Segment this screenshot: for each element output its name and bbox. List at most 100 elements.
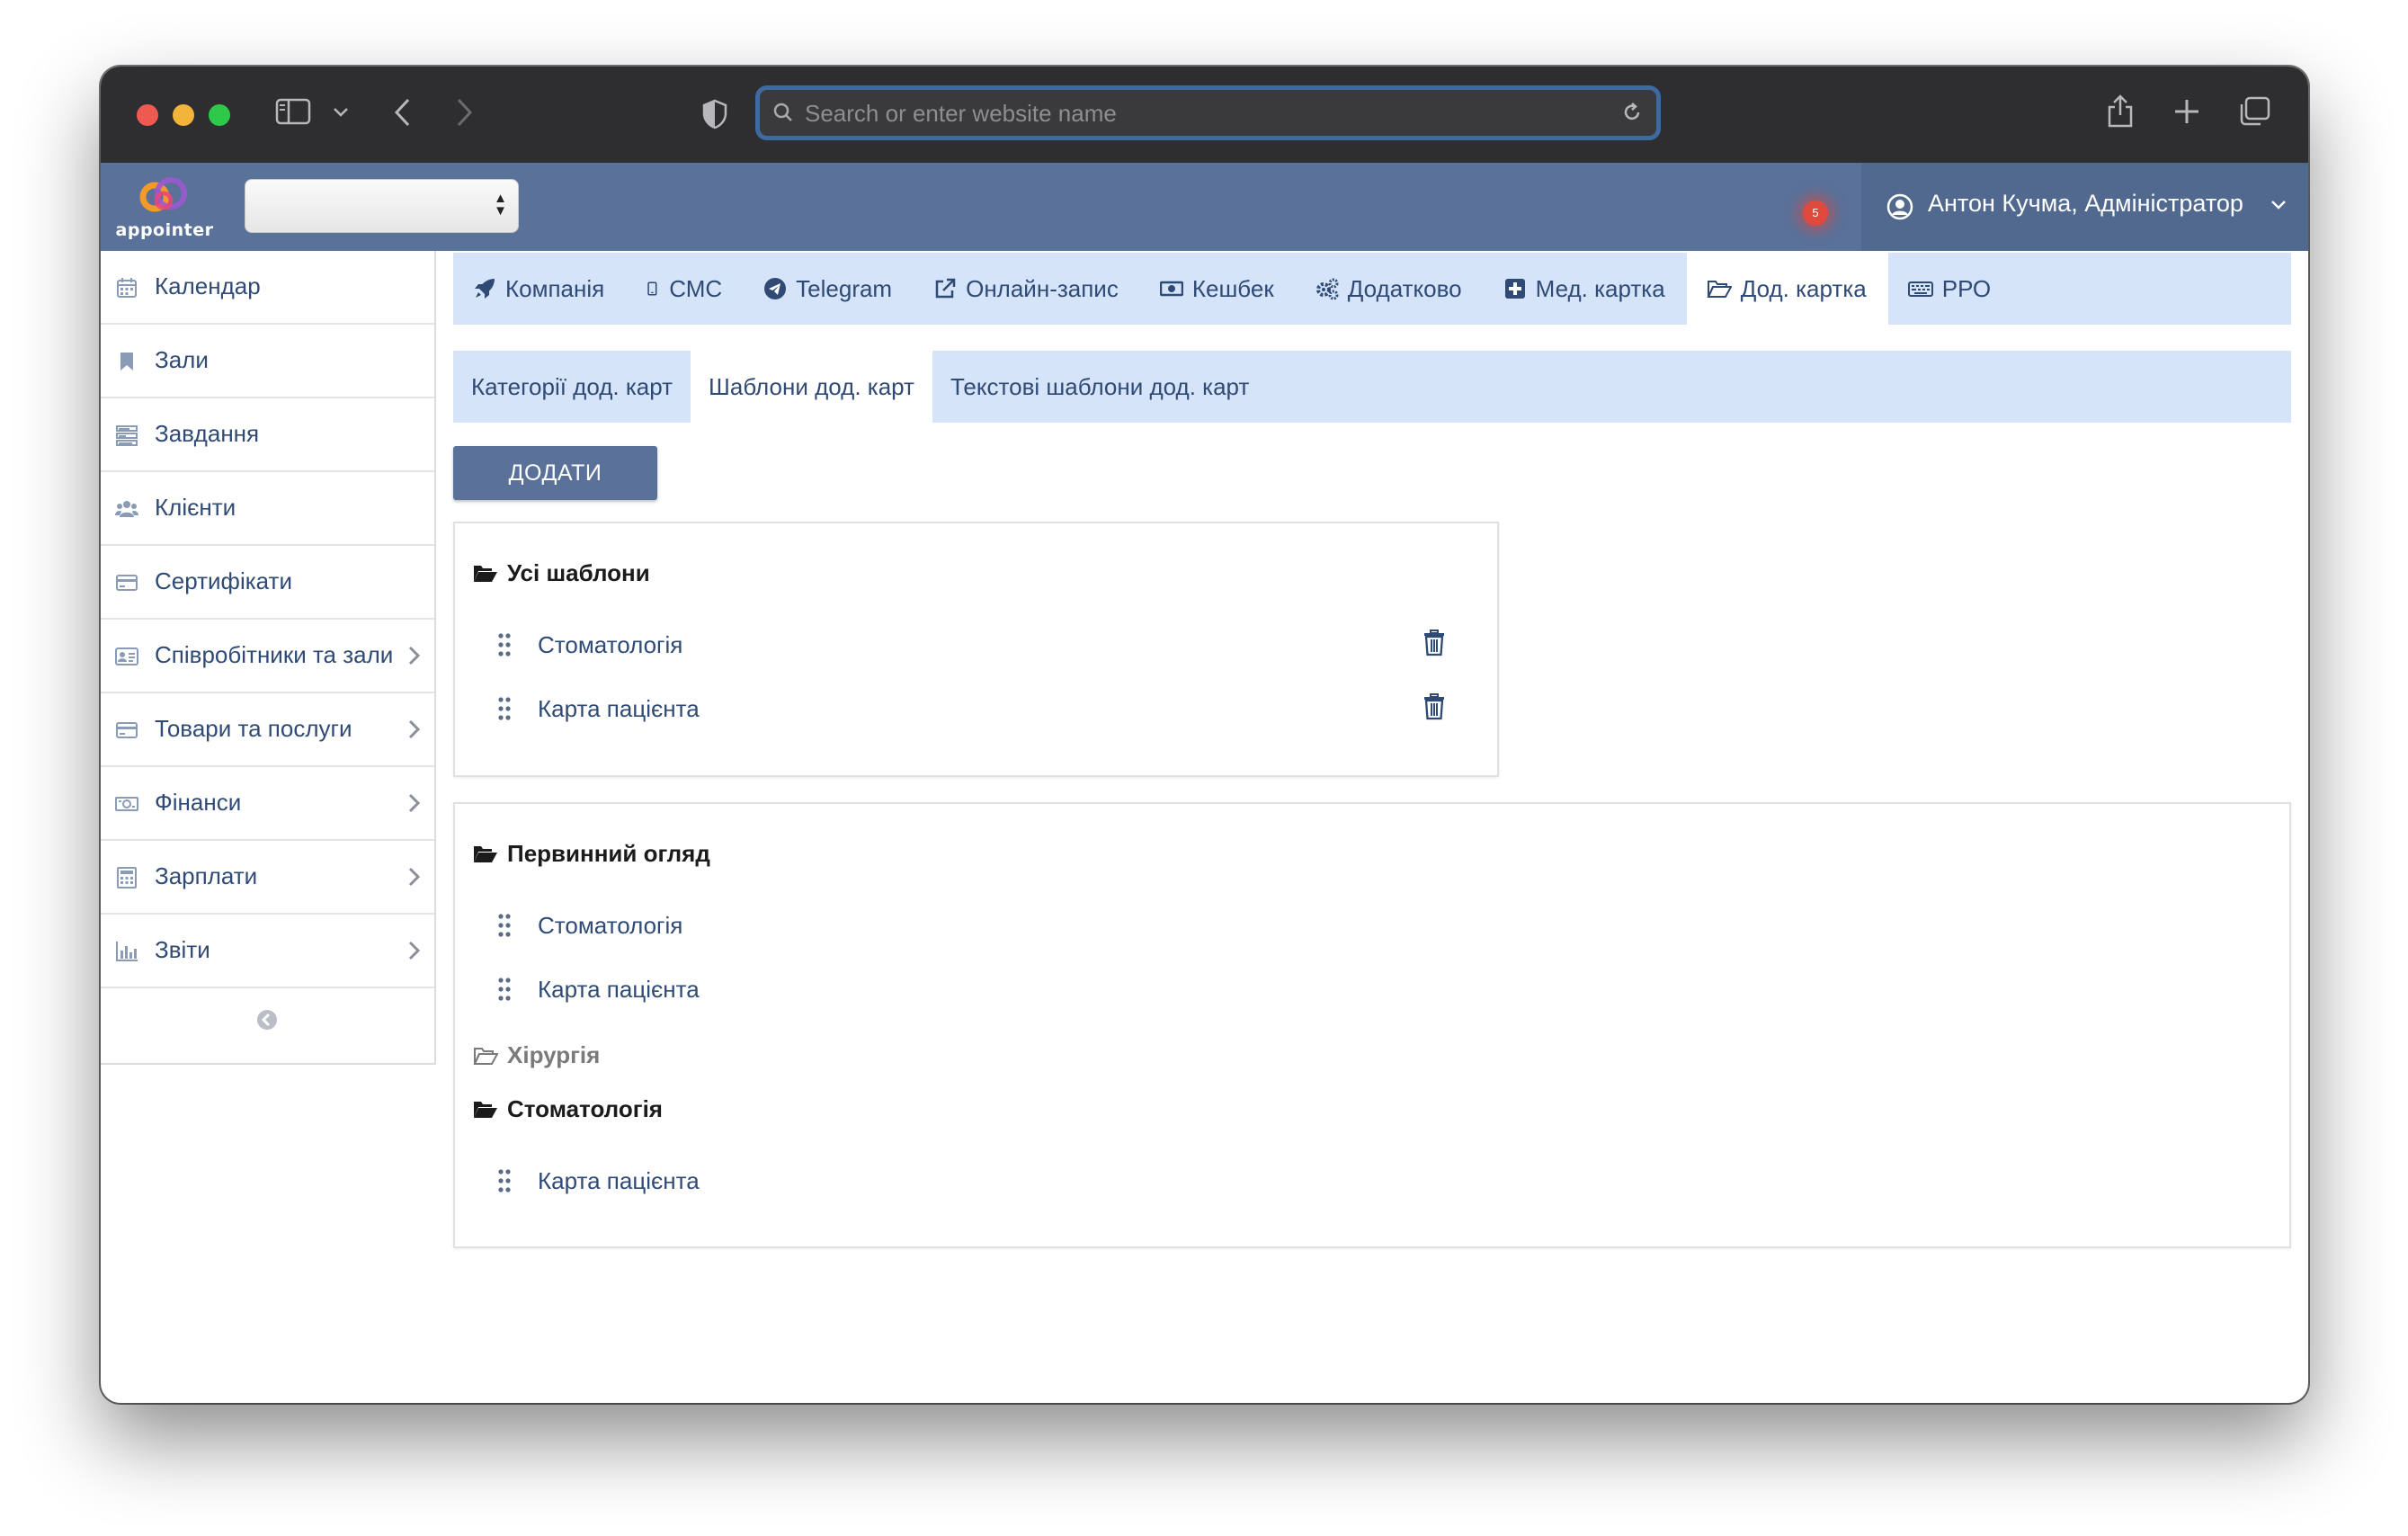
minimize-window-button[interactable]: [173, 104, 194, 126]
tab-sms[interactable]: СМС: [626, 253, 744, 325]
tab-telegram[interactable]: Telegram: [744, 253, 914, 325]
settings-tabs: Компанія СМС Telegram Онлайн-запис Кешбе…: [453, 253, 2291, 325]
drag-handle-icon[interactable]: [498, 632, 511, 657]
back-icon[interactable]: [392, 97, 414, 128]
tab-rro[interactable]: РРО: [1888, 253, 2012, 325]
credit-card-icon: [116, 575, 138, 591]
subtab-card-categories[interactable]: Категорії дод. карт: [453, 351, 691, 423]
template-item[interactable]: Карта пацієнта: [498, 971, 700, 1007]
telegram-icon: [764, 278, 787, 299]
template-item[interactable]: Карта пацієнта: [498, 1163, 700, 1199]
tab-label: СМС: [669, 274, 723, 302]
chevron-right-icon: [408, 793, 421, 813]
shield-icon[interactable]: [701, 99, 728, 129]
template-item[interactable]: Карта пацієнта: [498, 691, 700, 727]
tab-additional[interactable]: Додатково: [1296, 253, 1484, 325]
sidebar-item-label: Співробітники та зали: [155, 641, 394, 668]
user-menu[interactable]: Антон Кучма, Адміністратор: [1861, 163, 2308, 251]
mobile-icon: [647, 281, 657, 296]
chevron-down-icon: [2271, 201, 2286, 210]
chevron-down-icon[interactable]: [333, 106, 349, 119]
notification-badge[interactable]: 5: [1803, 201, 1828, 226]
sidebar-item-products[interactable]: Товари та послуги: [101, 693, 434, 767]
new-tab-icon[interactable]: [2172, 97, 2201, 126]
drag-handle-icon[interactable]: [498, 696, 511, 721]
tab-overview-icon[interactable]: [2237, 95, 2271, 128]
trash-icon[interactable]: [1423, 693, 1446, 720]
money-icon: [115, 797, 138, 811]
keyboard-icon: [1907, 281, 1933, 297]
template-item[interactable]: Стоматологія: [498, 627, 682, 663]
sidebar-item-label: Сертифікати: [155, 567, 292, 594]
app-logo[interactable]: appointer: [115, 170, 214, 242]
tab-label: Мед. картка: [1535, 274, 1665, 302]
sidebar: Календар Зали Завдання Клієнти Сертифіка…: [101, 251, 436, 1065]
chevron-right-icon: [408, 719, 421, 739]
sidebar-item-reports[interactable]: Звіти: [101, 915, 434, 988]
reload-icon[interactable]: [1620, 101, 1644, 124]
close-window-button[interactable]: [137, 104, 158, 126]
sidebar-item-label: Товари та послуги: [155, 715, 352, 742]
sidebar-item-label: Календар: [155, 272, 261, 299]
forward-icon[interactable]: [453, 97, 475, 128]
tab-online-booking[interactable]: Онлайн-запис: [914, 253, 1140, 325]
trash-icon[interactable]: [1423, 630, 1446, 656]
user-name: Антон Кучма, Адміністратор: [1928, 190, 2243, 217]
subtab-text-templates[interactable]: Текстові шаблони дод. карт: [932, 351, 1267, 423]
folder-open-icon: [474, 845, 497, 862]
sidebar-toggle-icon[interactable]: [275, 97, 311, 126]
tab-label: Додатково: [1347, 274, 1462, 302]
drag-handle-icon[interactable]: [498, 977, 511, 1002]
template-name: Стоматологія: [538, 911, 683, 939]
sidebar-item-label: Зали: [155, 346, 209, 373]
folder-title[interactable]: Усі шаблони: [473, 559, 650, 587]
tab-cashback[interactable]: Кешбек: [1140, 253, 1296, 325]
credit-card-icon: [116, 722, 138, 738]
tab-additional-card[interactable]: Дод. картка: [1686, 253, 1888, 325]
sidebar-item-tasks[interactable]: Завдання: [101, 398, 434, 472]
sidebar-item-halls[interactable]: Зали: [101, 325, 434, 398]
category-folder[interactable]: Хірургія: [473, 1041, 600, 1069]
sidebar-item-staff[interactable]: Співробітники та зали: [101, 620, 434, 693]
template-name: Карта пацієнта: [538, 975, 700, 1003]
address-bar[interactable]: [755, 85, 1661, 140]
sidebar-item-label: Завдання: [155, 420, 260, 447]
tab-label: Кешбек: [1191, 274, 1274, 302]
sidebar-item-label: Фінанси: [155, 789, 242, 816]
location-select[interactable]: ▲ ▼: [245, 179, 519, 233]
tab-company[interactable]: Компанія: [453, 253, 626, 325]
select-arrows-icon: ▲ ▼: [494, 191, 507, 219]
address-input[interactable]: [803, 90, 1598, 138]
add-button[interactable]: ДОДАТИ: [453, 446, 657, 500]
tab-med-card[interactable]: Мед. картка: [1484, 253, 1687, 325]
category-folder[interactable]: Первинний огляд: [473, 840, 710, 868]
drag-handle-icon[interactable]: [498, 1168, 511, 1193]
sidebar-item-clients[interactable]: Клієнти: [101, 472, 434, 546]
collapse-sidebar-icon[interactable]: [256, 1009, 278, 1031]
folder-title-text: Усі шаблони: [507, 559, 650, 586]
tasks-icon: [116, 425, 138, 446]
all-templates-panel: Усі шаблони Стоматологія Карта пацієнта: [453, 522, 1499, 777]
subtab-card-templates[interactable]: Шаблони дод. карт: [691, 351, 932, 423]
template-item[interactable]: Стоматологія: [498, 907, 682, 943]
logo-icon: [139, 177, 187, 212]
logo-text: appointer: [115, 220, 214, 240]
category-folder[interactable]: Стоматологія: [473, 1095, 663, 1123]
tab-label: Telegram: [796, 274, 893, 302]
share-icon[interactable]: [2106, 92, 2135, 129]
sidebar-item-salaries[interactable]: Зарплати: [101, 841, 434, 915]
drag-handle-icon[interactable]: [498, 913, 511, 938]
tab-label: Компанія: [505, 274, 605, 302]
sidebar-item-finance[interactable]: Фінанси: [101, 767, 434, 841]
sidebar-item-calendar[interactable]: Календар: [101, 251, 434, 325]
sidebar-item-label: Зарплати: [155, 862, 258, 889]
zoom-window-button[interactable]: [209, 104, 230, 126]
template-name: Карта пацієнта: [538, 1166, 700, 1194]
template-name: Стоматологія: [538, 630, 683, 658]
sidebar-item-label: Звіти: [155, 936, 210, 963]
browser-toolbar: [101, 67, 2308, 164]
folder-title-text: Первинний огляд: [507, 840, 710, 867]
chevron-right-icon: [408, 867, 421, 887]
sidebar-item-label: Клієнти: [155, 494, 236, 521]
sidebar-item-certificates[interactable]: Сертифікати: [101, 546, 434, 620]
